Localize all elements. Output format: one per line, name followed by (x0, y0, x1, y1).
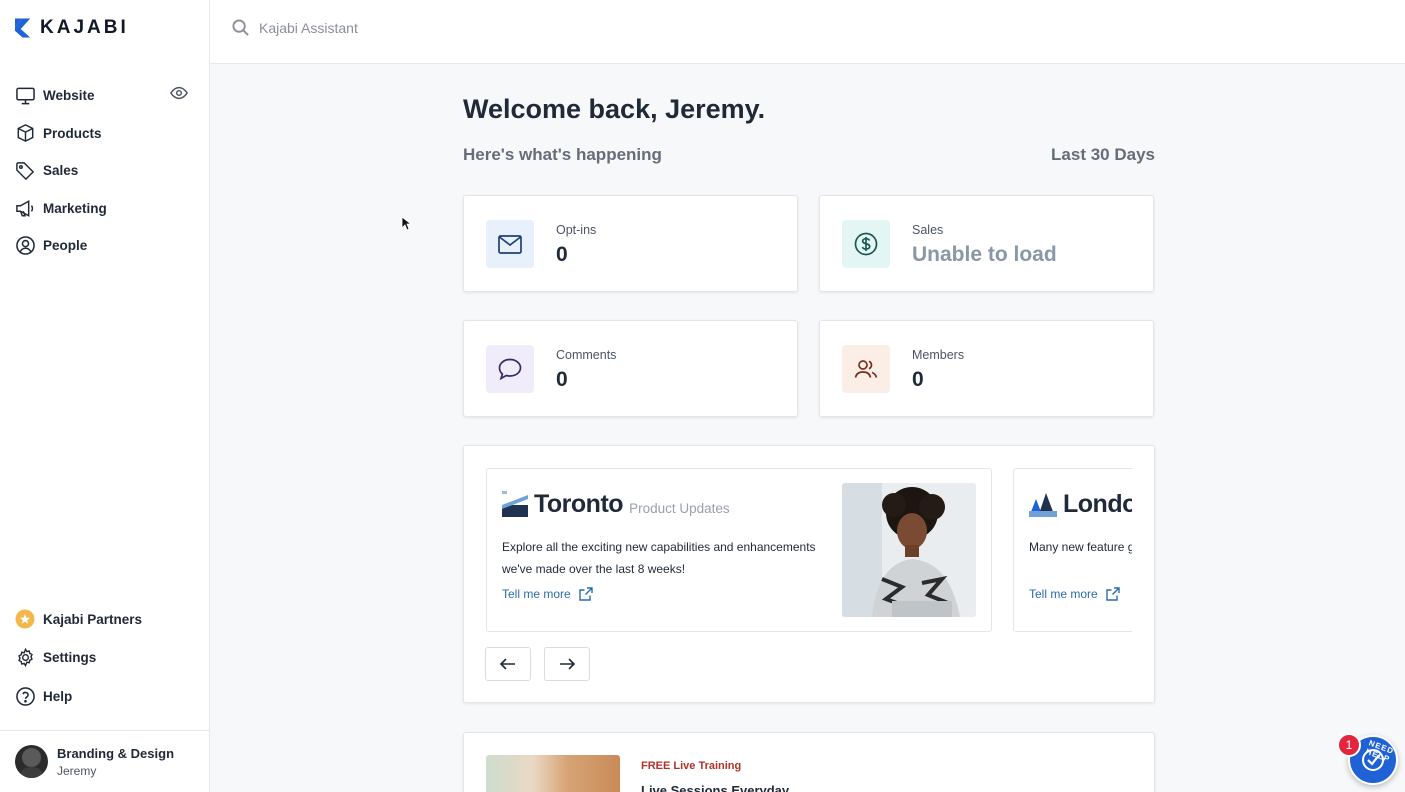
megaphone-icon (15, 198, 35, 218)
sidebar-item-label: Marketing (43, 200, 107, 216)
site-name: Branding & Design (57, 745, 175, 761)
release-city: Londo (1063, 490, 1132, 518)
stat-card-comments[interactable]: Comments 0 (463, 320, 798, 417)
announcement-carousel: Toronto Product Updates Explore all the … (463, 445, 1155, 703)
arrow-right-icon (560, 658, 575, 670)
box-icon (15, 123, 35, 143)
sidebar-item-label: People (43, 238, 88, 254)
london-skyline-icon (1029, 493, 1057, 517)
user-circle-icon (15, 236, 35, 256)
link-label: Tell me more (1029, 587, 1098, 601)
sidebar-item-people[interactable]: People (0, 227, 209, 265)
training-heading: Live Sessions Everyday (641, 783, 790, 792)
carousel-slide-toronto: Toronto Product Updates Explore all the … (486, 468, 992, 632)
release-description: Many new feature greater flexibility a (1029, 540, 1132, 554)
avatar (15, 745, 48, 778)
sidebar-item-marketing[interactable]: Marketing (0, 190, 209, 228)
toronto-skyline-icon (502, 491, 528, 517)
stat-label: Comments (556, 348, 617, 362)
carousel-prev-button[interactable] (485, 647, 531, 681)
stat-card-optins[interactable]: Opt-ins 0 (463, 195, 798, 292)
sidebar-item-label: Help (43, 688, 73, 704)
sidebar-item-sales[interactable]: Sales (0, 152, 209, 190)
sidebar-item-kajabi-partners[interactable]: Kajabi Partners (0, 600, 209, 639)
training-kicker: FREE Live Training (641, 760, 742, 772)
tell-me-more-link[interactable]: Tell me more (502, 587, 593, 601)
training-thumbnail (486, 755, 620, 792)
sidebar-item-label: Products (43, 125, 102, 141)
carousel-next-button[interactable] (544, 647, 590, 681)
monitor-icon (15, 86, 35, 106)
stat-value: 0 (912, 368, 924, 391)
notification-badge: 1 (1337, 733, 1361, 757)
search-icon (232, 19, 249, 36)
sidebar-item-label: Kajabi Partners (43, 611, 143, 627)
gear-icon (15, 648, 35, 668)
date-range[interactable]: Last 30 Days (1051, 145, 1155, 165)
search-input[interactable] (259, 19, 579, 36)
link-label: Tell me more (502, 587, 571, 601)
star-badge-icon (15, 609, 35, 629)
kajabi-k-icon (15, 18, 31, 38)
page-title: Welcome back, Jeremy. (463, 94, 766, 124)
carousel-slide-london: Londo Many new feature greater flexibili… (1013, 468, 1132, 632)
tell-me-more-link[interactable]: Tell me more (1029, 587, 1120, 601)
kajabi-logo[interactable]: KAJABI (15, 17, 129, 39)
stat-value: Unable to load (912, 243, 1057, 266)
release-description: Explore all the exciting new capabilitie… (502, 540, 816, 576)
dollar-icon (842, 220, 890, 268)
sidebar-item-help[interactable]: Help (0, 677, 209, 716)
release-city: Toronto (534, 490, 624, 518)
stat-value: 0 (556, 368, 568, 391)
speech-bubble-icon (486, 345, 534, 393)
account-switcher[interactable]: Branding & Design Jeremy (0, 730, 209, 792)
sidebar-item-label: Settings (43, 650, 97, 666)
brand-name: KAJABI (40, 17, 129, 38)
stat-card-members[interactable]: Members 0 (819, 320, 1154, 417)
carousel-viewport: Toronto Product Updates Explore all the … (486, 468, 1132, 632)
release-tag: Product Updates (629, 501, 730, 516)
eye-icon[interactable] (170, 86, 190, 106)
promo-photo (842, 483, 976, 617)
stat-label: Sales (912, 223, 944, 237)
sidebar-nav: Website Products Sales Marketing People (0, 77, 209, 265)
stat-value: 0 (556, 243, 568, 266)
users-icon (842, 345, 890, 393)
sidebar-item-website[interactable]: Website (0, 77, 209, 115)
page-subtitle: Here's what's happening (463, 145, 662, 164)
sidebar-item-label: Sales (43, 163, 79, 179)
envelope-icon (486, 220, 534, 268)
external-link-icon (578, 587, 593, 601)
stat-label: Opt-ins (556, 223, 597, 237)
sidebar-bottom-nav: Kajabi Partners Settings Help (0, 600, 209, 716)
sidebar: KAJABI Website Products Sales Marketing … (0, 0, 210, 792)
arrow-left-icon (500, 658, 515, 670)
user-name: Jeremy (57, 763, 97, 778)
tag-icon (15, 161, 35, 181)
release-brand: Londo (1029, 491, 1132, 517)
release-brand: Toronto Product Updates (502, 491, 730, 517)
mouse-cursor-icon (401, 216, 411, 231)
sidebar-item-label: Website (43, 88, 95, 104)
topbar (210, 0, 1405, 64)
sidebar-item-products[interactable]: Products (0, 115, 209, 153)
stat-card-sales[interactable]: Sales Unable to load (819, 195, 1154, 292)
external-link-icon (1105, 587, 1120, 601)
question-icon (15, 686, 35, 706)
training-card[interactable]: FREE Live Training Live Sessions Everyda… (463, 732, 1155, 792)
stat-label: Members (912, 348, 965, 362)
search-bar (232, 19, 579, 36)
sidebar-item-settings[interactable]: Settings (0, 639, 209, 678)
